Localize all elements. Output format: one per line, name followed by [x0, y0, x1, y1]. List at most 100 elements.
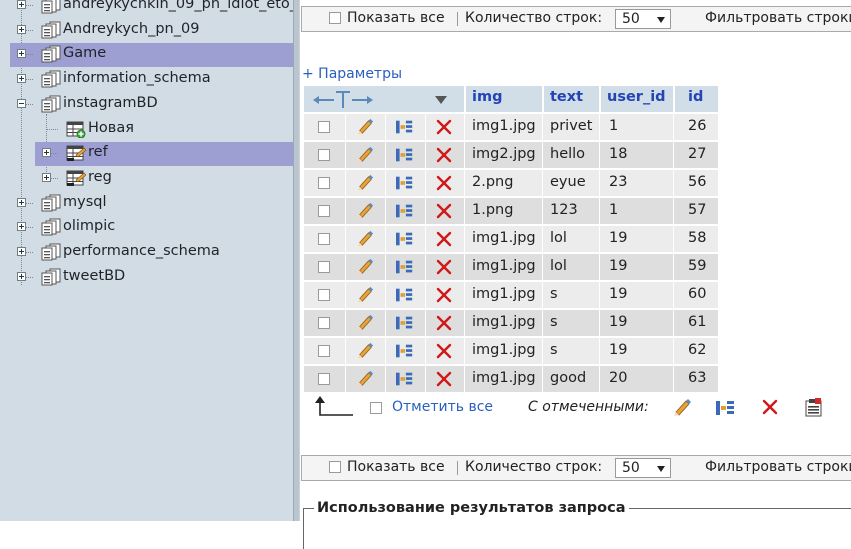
collapse-minus-icon[interactable] — [17, 99, 26, 108]
cell-divider — [464, 170, 465, 196]
bulk-actions-bar: Отметить все С отмеченными: — [301, 395, 851, 421]
expand-plus-icon[interactable] — [42, 173, 51, 182]
edit-pencil-icon[interactable] — [356, 230, 374, 248]
tree-table-reg[interactable]: reg — [35, 167, 293, 191]
cell-divider — [464, 254, 465, 280]
edit-pencil-icon[interactable] — [672, 398, 692, 418]
edit-pencil-icon[interactable] — [356, 258, 374, 276]
show-all-checkbox-bottom[interactable] — [329, 461, 341, 473]
table-icon — [66, 144, 87, 162]
check-all-checkbox[interactable] — [370, 402, 382, 414]
expand-plus-icon[interactable] — [42, 148, 51, 157]
row-select-checkbox[interactable] — [318, 289, 330, 301]
tree-database-mysql[interactable]: mysql — [10, 192, 293, 216]
tree-database-game[interactable]: Game — [10, 43, 293, 67]
cell-user-id: 1 — [609, 118, 619, 134]
column-header-user-id[interactable]: user_id — [601, 86, 673, 112]
cell-divider — [385, 198, 386, 224]
cell-divider — [425, 142, 426, 168]
expand-plus-icon[interactable] — [17, 74, 26, 83]
sidebar-resize-handle[interactable] — [293, 0, 300, 521]
tree-database-tweetbd[interactable]: tweetBD — [10, 266, 293, 290]
insert-row-icon[interactable] — [715, 398, 737, 418]
tree-database-andreykychkin-09-pn-idiot-eto-[interactable]: andreykychkin_09_pn_idiot_eto_ — [10, 0, 293, 18]
row-select-checkbox[interactable] — [318, 345, 330, 357]
delete-icon[interactable] — [435, 202, 453, 220]
row-select-checkbox[interactable] — [318, 233, 330, 245]
edit-pencil-icon[interactable] — [356, 202, 374, 220]
delete-icon[interactable] — [435, 258, 453, 276]
copy-row-icon[interactable] — [395, 258, 413, 276]
copy-row-icon[interactable] — [395, 342, 413, 360]
edit-pencil-icon[interactable] — [356, 174, 374, 192]
delete-icon[interactable] — [435, 230, 453, 248]
expand-plus-icon[interactable] — [17, 272, 26, 281]
tree-database-instagrambd[interactable]: instagramBD — [10, 93, 293, 117]
row-select-checkbox[interactable] — [318, 261, 330, 273]
tree-table-новая[interactable]: Новая — [35, 118, 293, 142]
resize-columns-icon[interactable] — [312, 91, 374, 109]
edit-pencil-icon[interactable] — [356, 118, 374, 136]
row-select-checkbox[interactable] — [318, 149, 330, 161]
copy-row-icon[interactable] — [395, 118, 413, 136]
table-row: img1.jpg privet 1 26 — [304, 114, 718, 142]
tree-database-olimpic[interactable]: olimpic — [10, 216, 293, 240]
expand-plus-icon[interactable] — [17, 222, 26, 231]
delete-icon[interactable] — [435, 174, 453, 192]
options-link[interactable]: + Параметры — [302, 66, 402, 82]
edit-pencil-icon[interactable] — [356, 342, 374, 360]
row-select-checkbox[interactable] — [318, 317, 330, 329]
edit-pencil-icon[interactable] — [356, 370, 374, 388]
cell-divider — [464, 282, 465, 308]
cell-img: img1.jpg — [472, 286, 536, 302]
cell-divider — [385, 366, 386, 392]
column-header-img[interactable]: img — [466, 86, 542, 112]
edit-pencil-icon[interactable] — [356, 286, 374, 304]
row-select-checkbox[interactable] — [318, 205, 330, 217]
delete-icon[interactable] — [435, 286, 453, 304]
tree-database-andreykych-pn-09[interactable]: Andreykych_pn_09 — [10, 19, 293, 43]
copy-row-icon[interactable] — [395, 174, 413, 192]
copy-row-icon[interactable] — [395, 370, 413, 388]
delete-icon[interactable] — [761, 398, 779, 416]
delete-icon[interactable] — [435, 118, 453, 136]
edit-pencil-icon[interactable] — [356, 146, 374, 164]
expand-plus-icon[interactable] — [17, 247, 26, 256]
cell-text: eyue — [550, 174, 586, 190]
rows-count-select-bottom[interactable]: 50 — [615, 458, 671, 478]
column-header-id[interactable]: id — [675, 86, 718, 112]
row-select-checkbox[interactable] — [318, 373, 330, 385]
copy-row-icon[interactable] — [395, 314, 413, 332]
copy-row-icon[interactable] — [395, 230, 413, 248]
delete-icon[interactable] — [435, 146, 453, 164]
edit-pencil-icon[interactable] — [356, 314, 374, 332]
cell-user-id: 20 — [609, 370, 628, 386]
show-all-label[interactable]: Показать все — [347, 10, 445, 26]
sort-dropdown-icon[interactable] — [435, 96, 447, 104]
tree-table-ref[interactable]: ref — [35, 142, 293, 166]
expand-plus-icon[interactable] — [17, 49, 26, 58]
delete-icon[interactable] — [435, 370, 453, 388]
copy-row-icon[interactable] — [395, 146, 413, 164]
tree-database-information-schema[interactable]: information_schema — [10, 68, 293, 92]
table-row: img1.jpg s 19 60 — [304, 282, 718, 310]
column-header-text[interactable]: text — [544, 86, 599, 112]
export-icon[interactable] — [804, 398, 824, 418]
expand-plus-icon[interactable] — [17, 0, 26, 9]
cell-img: img2.jpg — [472, 146, 536, 162]
check-all-link[interactable]: Отметить все — [392, 399, 493, 415]
expand-plus-icon[interactable] — [17, 25, 26, 34]
cell-divider — [599, 310, 600, 336]
copy-row-icon[interactable] — [395, 202, 413, 220]
show-all-label-bottom[interactable]: Показать все — [347, 459, 445, 475]
delete-icon[interactable] — [435, 342, 453, 360]
delete-icon[interactable] — [435, 314, 453, 332]
copy-row-icon[interactable] — [395, 286, 413, 304]
row-select-checkbox[interactable] — [318, 121, 330, 133]
tree-database-performance-schema[interactable]: performance_schema — [10, 241, 293, 265]
show-all-checkbox[interactable] — [329, 12, 341, 24]
rows-count-select[interactable]: 50 — [615, 9, 671, 29]
navigation-sidebar: andreykychkin_09_pn_idiot_eto_ Andreykych… — [0, 0, 293, 521]
row-select-checkbox[interactable] — [318, 177, 330, 189]
expand-plus-icon[interactable] — [17, 198, 26, 207]
